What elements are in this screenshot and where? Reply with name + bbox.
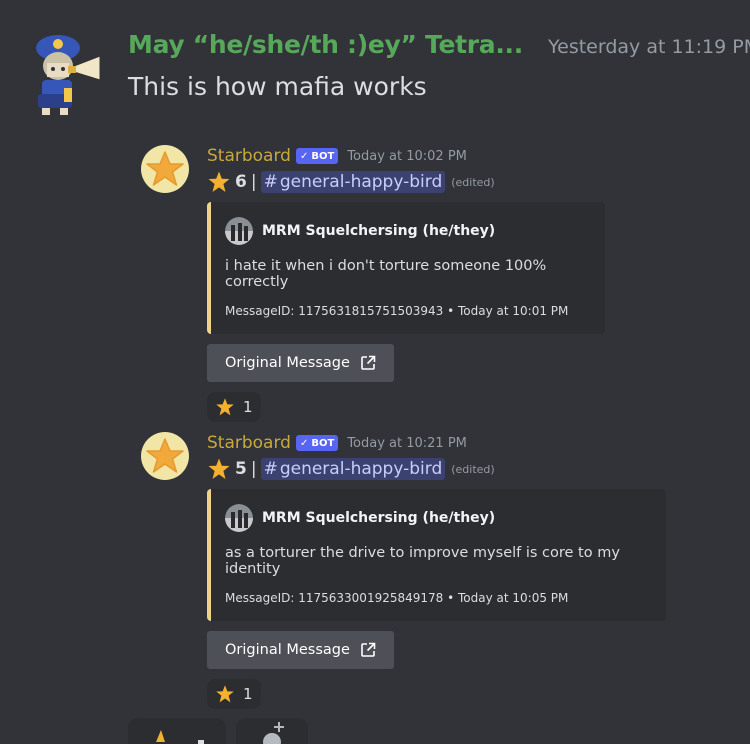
- channel-hash: #: [263, 172, 278, 192]
- embed: MRM Squelchersing (he/they) i hate it wh…: [207, 202, 605, 334]
- starboard-avatar[interactable]: [141, 145, 189, 193]
- original-message-button[interactable]: Original Message: [207, 631, 394, 669]
- embed-author-avatar[interactable]: [225, 504, 253, 532]
- edited-label: (edited): [451, 462, 495, 476]
- embed-author-name[interactable]: MRM Squelchersing (he/they): [262, 223, 495, 239]
- post-timestamp[interactable]: Today at 10:02 PM: [347, 149, 467, 164]
- external-link-icon: [361, 642, 376, 657]
- embed-author-name[interactable]: MRM Squelchersing (he/they): [262, 510, 495, 526]
- bot-tag-label: BOT: [311, 437, 335, 449]
- reaction-count: 1: [243, 398, 253, 416]
- starboard-avatar[interactable]: [141, 432, 189, 480]
- message-text: This is how mafia works: [128, 72, 427, 101]
- embed-description: as a torturer the drive to improve mysel…: [225, 545, 620, 577]
- edited-label: (edited): [451, 175, 495, 189]
- add-reaction-icon: [263, 722, 284, 744]
- star-count: 6: [235, 172, 247, 192]
- channel-mention[interactable]: # general-happy-bird: [260, 458, 446, 480]
- check-icon: ✓: [299, 437, 309, 449]
- separator: |: [250, 459, 257, 479]
- star-icon: [208, 458, 230, 479]
- reaction-pill[interactable]: [128, 718, 226, 744]
- button-label: Original Message: [225, 642, 350, 658]
- message-timestamp[interactable]: Yesterday at 11:19 PM: [548, 36, 750, 58]
- star-icon: [156, 730, 204, 744]
- embed-description: i hate it when i don't torture someone 1…: [225, 258, 547, 290]
- bot-name[interactable]: Starboard: [207, 433, 291, 453]
- check-icon: ✓: [299, 150, 309, 162]
- reaction-count: 1: [243, 685, 253, 703]
- original-message-button[interactable]: Original Message: [207, 344, 394, 382]
- button-label: Original Message: [225, 355, 350, 371]
- message-reactions: [128, 718, 308, 744]
- bot-tag: ✓ BOT: [295, 435, 339, 451]
- channel-hash: #: [263, 459, 278, 479]
- author-avatar[interactable]: [28, 30, 108, 116]
- channel-name: general-happy-bird: [279, 172, 443, 192]
- bot-name[interactable]: Starboard: [207, 146, 291, 166]
- star-icon: [216, 685, 234, 703]
- separator: |: [250, 172, 257, 192]
- author-name[interactable]: May “he/she/th :)ey” Tetra...: [128, 30, 523, 59]
- bot-tag: ✓ BOT: [295, 148, 339, 164]
- star-reaction[interactable]: 1: [207, 392, 261, 422]
- message-header: May “he/she/th :)ey” Tetra... Yesterday …: [128, 30, 750, 59]
- star-icon: [216, 398, 234, 416]
- channel-name: general-happy-bird: [279, 459, 443, 479]
- embed-footer: MessageID: 1175633001925849178 • Today a…: [225, 591, 569, 605]
- bot-tag-label: BOT: [311, 150, 335, 162]
- add-reaction-button[interactable]: [236, 718, 308, 744]
- external-link-icon: [361, 355, 376, 370]
- embed: MRM Squelchersing (he/they) as a torture…: [207, 489, 666, 621]
- star-icon: [208, 171, 230, 192]
- star-reaction[interactable]: 1: [207, 679, 261, 709]
- star-count: 5: [235, 459, 247, 479]
- post-timestamp[interactable]: Today at 10:21 PM: [347, 436, 467, 451]
- channel-mention[interactable]: # general-happy-bird: [260, 171, 446, 193]
- embed-footer: MessageID: 1175631815751503943 • Today a…: [225, 304, 569, 318]
- embed-author-avatar[interactable]: [225, 217, 253, 245]
